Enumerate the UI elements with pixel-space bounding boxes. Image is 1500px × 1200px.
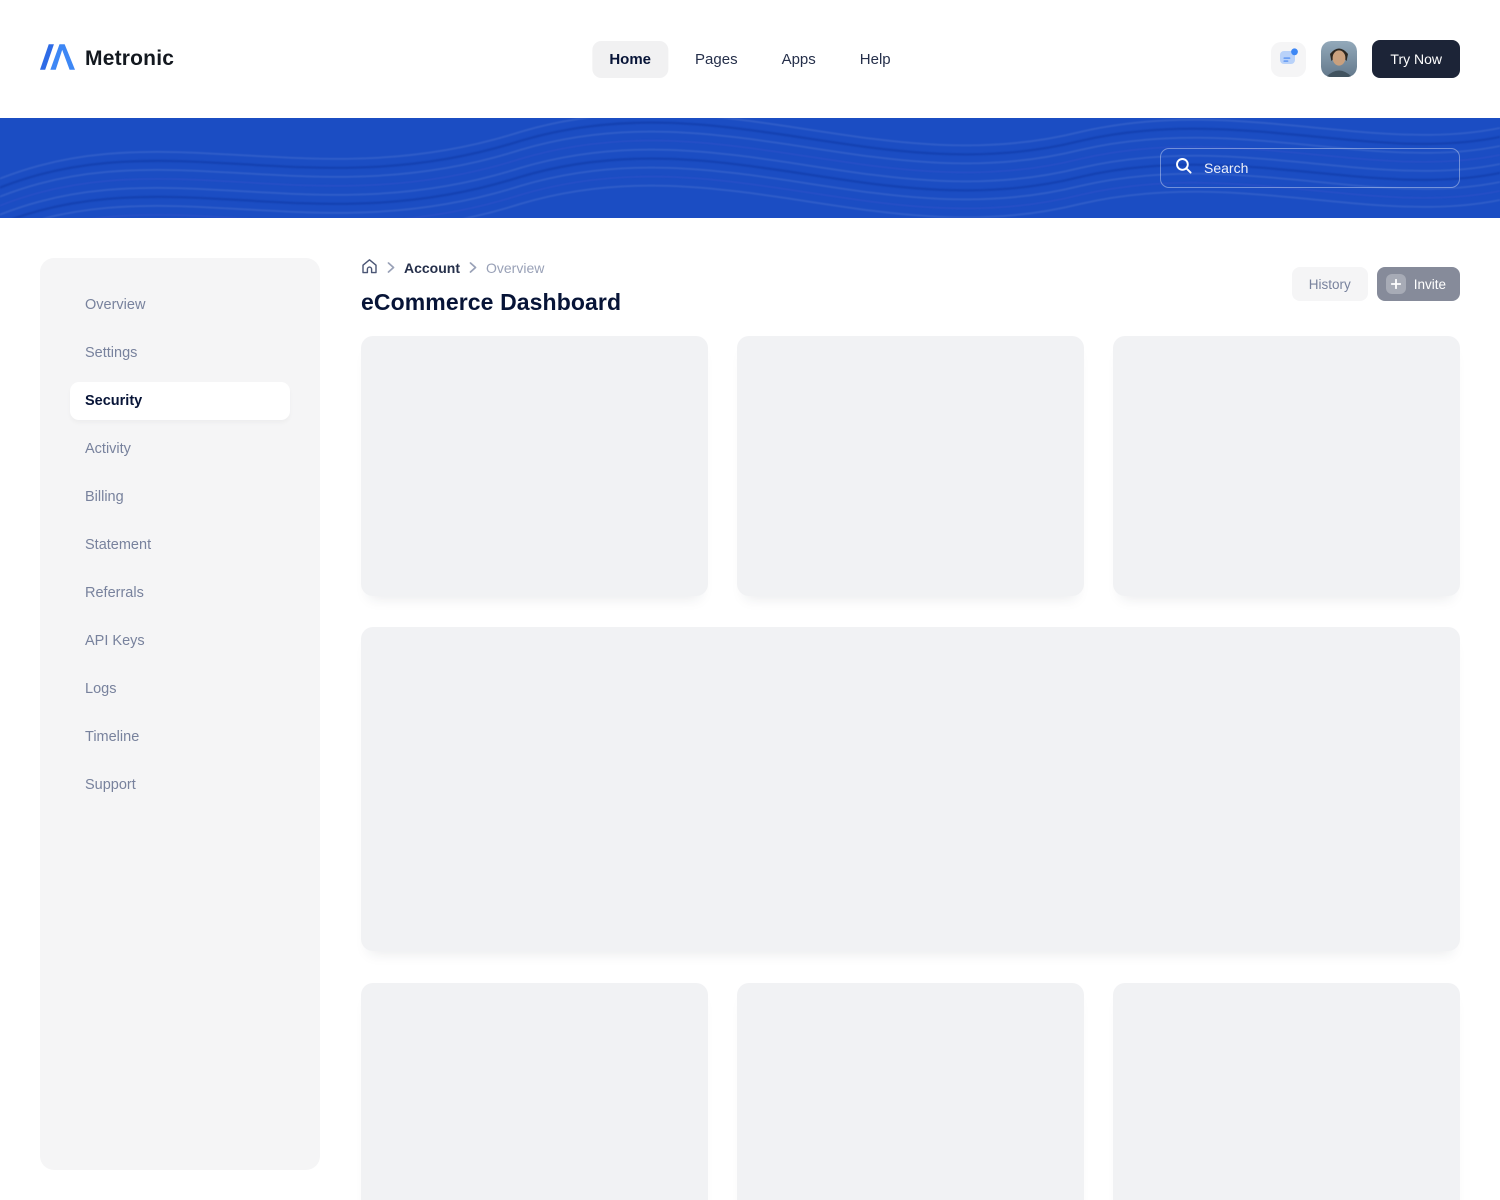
search-box[interactable] xyxy=(1160,148,1460,188)
home-icon[interactable] xyxy=(361,258,378,278)
placeholder-card-wide xyxy=(361,627,1460,951)
placeholder-card xyxy=(361,336,708,596)
metronic-logo-icon xyxy=(40,43,75,76)
breadcrumb-overview: Overview xyxy=(486,260,544,276)
sidebar-item-activity[interactable]: Activity xyxy=(70,425,290,473)
page-actions: History Invite xyxy=(1292,267,1460,301)
top-card-row xyxy=(361,336,1460,596)
top-nav: Home Pages Apps Help xyxy=(592,41,907,78)
notifications-button[interactable] xyxy=(1271,42,1306,77)
history-button[interactable]: History xyxy=(1292,267,1368,301)
sidebar-item-security[interactable]: Security xyxy=(70,382,290,420)
message-badge-icon xyxy=(1278,48,1300,71)
nav-item-help[interactable]: Help xyxy=(843,41,908,78)
sidebar-item-statement[interactable]: Statement xyxy=(70,521,290,569)
invite-button[interactable]: Invite xyxy=(1377,267,1460,301)
header-right-cluster: Try Now xyxy=(1271,40,1460,78)
sidebar-item-timeline[interactable]: Timeline xyxy=(70,713,290,761)
placeholder-card xyxy=(1113,983,1460,1200)
nav-item-home[interactable]: Home xyxy=(592,41,668,78)
chevron-right-icon xyxy=(469,260,477,276)
sidebar-item-api-keys[interactable]: API Keys xyxy=(70,617,290,665)
account-sidebar: Overview Settings Security Activity Bill… xyxy=(40,258,320,1170)
chevron-right-icon xyxy=(387,260,395,276)
sidebar-item-overview[interactable]: Overview xyxy=(70,281,290,329)
bottom-card-row xyxy=(361,983,1460,1200)
sidebar-item-settings[interactable]: Settings xyxy=(70,329,290,377)
search-icon xyxy=(1175,157,1193,180)
hero-banner xyxy=(0,118,1500,218)
search-input[interactable] xyxy=(1204,160,1434,176)
nav-item-pages[interactable]: Pages xyxy=(678,41,755,78)
placeholder-card xyxy=(737,336,1084,596)
brand-name: Metronic xyxy=(85,47,174,71)
sidebar-item-billing[interactable]: Billing xyxy=(70,473,290,521)
nav-item-apps[interactable]: Apps xyxy=(765,41,833,78)
sidebar-item-referrals[interactable]: Referrals xyxy=(70,569,290,617)
placeholder-card xyxy=(1113,336,1460,596)
app-header: Metronic Home Pages Apps Help xyxy=(0,0,1500,118)
sidebar-item-logs[interactable]: Logs xyxy=(70,665,290,713)
plus-icon xyxy=(1386,274,1406,294)
try-now-button[interactable]: Try Now xyxy=(1372,40,1460,78)
placeholder-card xyxy=(361,983,708,1200)
brand-logo[interactable]: Metronic xyxy=(40,43,174,76)
breadcrumb-account[interactable]: Account xyxy=(404,260,460,276)
main-content: Account Overview eCommerce Dashboard His… xyxy=(361,258,1460,1200)
user-avatar[interactable] xyxy=(1321,41,1357,77)
sidebar-item-support[interactable]: Support xyxy=(70,761,290,809)
invite-button-label: Invite xyxy=(1414,277,1446,292)
placeholder-card xyxy=(737,983,1084,1200)
